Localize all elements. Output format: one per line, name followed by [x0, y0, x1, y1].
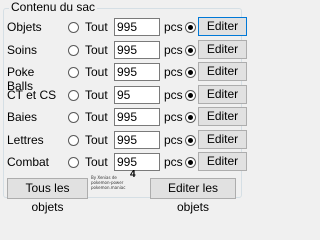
edit-button[interactable]: Editer: [198, 130, 247, 149]
pieces-label: pcs: [164, 88, 183, 102]
category-label: CT et CS: [7, 88, 57, 102]
pieces-radio[interactable]: [185, 67, 196, 78]
pieces-label: pcs: [164, 20, 183, 34]
group-title: Contenu du sac: [9, 0, 98, 14]
edit-button[interactable]: Editer: [198, 85, 247, 104]
edit-button[interactable]: Editer: [198, 62, 247, 81]
quantity-input[interactable]: [114, 86, 160, 104]
pieces-radio[interactable]: [185, 157, 196, 168]
pieces-label: pcs: [164, 155, 183, 169]
quantity-input[interactable]: [114, 153, 160, 171]
pieces-radio[interactable]: [185, 90, 196, 101]
category-label: Soins: [7, 43, 38, 57]
quantity-input[interactable]: [114, 108, 160, 126]
edit-objects-button[interactable]: Editer les objets: [150, 178, 236, 214]
pieces-radio[interactable]: [185, 112, 196, 123]
all-radio[interactable]: [68, 157, 79, 168]
quantity-input[interactable]: [114, 41, 160, 59]
pieces-label: pcs: [164, 110, 183, 124]
category-label: Combat: [7, 155, 50, 169]
pieces-radio[interactable]: [185, 22, 196, 33]
all-radio[interactable]: [68, 67, 79, 78]
edit-button[interactable]: Editer: [198, 40, 247, 59]
all-label: Tout: [85, 88, 108, 102]
credit-line-3: pokemon.maniac: [91, 185, 126, 190]
all-label: Tout: [85, 65, 108, 79]
quantity-input[interactable]: [114, 18, 160, 36]
category-label: Lettres: [7, 133, 44, 147]
all-objects-button[interactable]: Tous les objets: [7, 178, 88, 214]
pieces-radio[interactable]: [185, 45, 196, 56]
all-radio[interactable]: [68, 90, 79, 101]
all-radio[interactable]: [68, 112, 79, 123]
credit-note: By Xenias de pokemon-power pokemon.mania…: [91, 169, 151, 195]
all-label: Tout: [85, 133, 108, 147]
all-radio[interactable]: [68, 45, 79, 56]
all-radio[interactable]: [68, 22, 79, 33]
all-label: Tout: [85, 110, 108, 124]
all-label: Tout: [85, 155, 108, 169]
edit-button[interactable]: Editer: [198, 152, 247, 171]
edit-button[interactable]: Editer: [198, 107, 247, 126]
category-label: Baies: [7, 110, 38, 124]
all-radio[interactable]: [68, 135, 79, 146]
pieces-label: pcs: [164, 65, 183, 79]
pieces-radio[interactable]: [185, 135, 196, 146]
quantity-input[interactable]: [114, 63, 160, 81]
credit-number: 4: [130, 169, 136, 180]
all-label: Tout: [85, 20, 108, 34]
pieces-label: pcs: [164, 133, 183, 147]
pieces-label: pcs: [164, 43, 183, 57]
quantity-input[interactable]: [114, 131, 160, 149]
edit-button[interactable]: Editer: [198, 17, 247, 36]
all-label: Tout: [85, 43, 108, 57]
category-label: Objets: [7, 20, 42, 34]
